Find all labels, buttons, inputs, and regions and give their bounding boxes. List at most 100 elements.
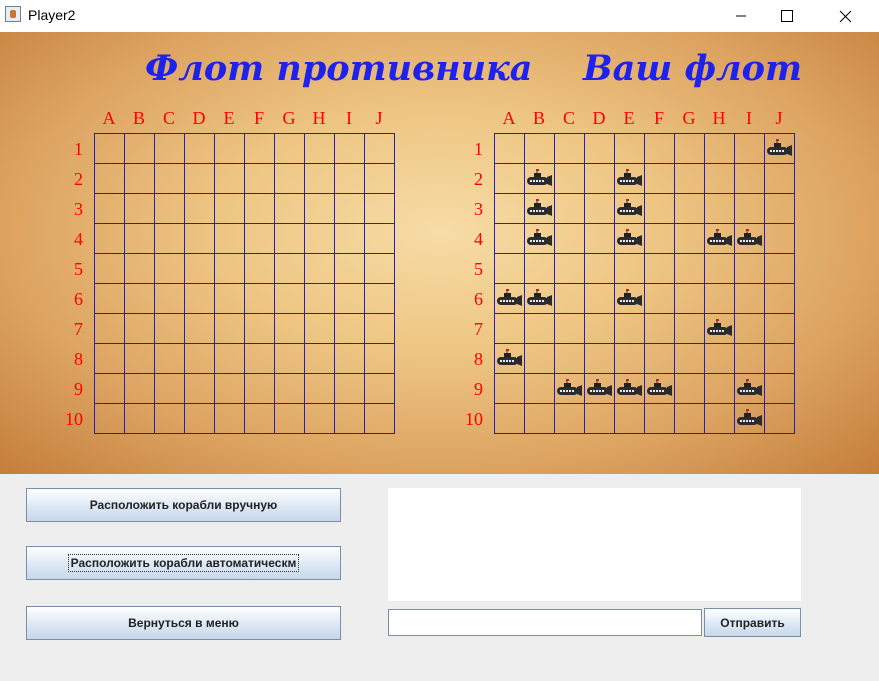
enemy-cell-J9[interactable] [364,373,395,404]
own-cell-H2[interactable] [704,163,735,194]
enemy-cell-B6[interactable] [124,283,155,314]
own-cell-C3[interactable] [554,193,585,224]
enemy-cell-B7[interactable] [124,313,155,344]
message-input[interactable] [388,609,702,636]
enemy-cell-F3[interactable] [244,193,275,224]
enemy-cell-D7[interactable] [184,313,215,344]
enemy-cell-E8[interactable] [214,343,245,374]
own-cell-D7[interactable] [584,313,615,344]
own-cell-D2[interactable] [584,163,615,194]
own-cell-A9[interactable] [494,373,525,404]
enemy-cell-J5[interactable] [364,253,395,284]
enemy-cell-I6[interactable] [334,283,365,314]
own-cell-G3[interactable] [674,193,705,224]
enemy-cell-B9[interactable] [124,373,155,404]
enemy-cell-C5[interactable] [154,253,185,284]
own-cell-I7[interactable] [734,313,765,344]
enemy-cell-G8[interactable] [274,343,305,374]
own-cell-A1[interactable] [494,133,525,164]
enemy-cell-I9[interactable] [334,373,365,404]
enemy-cell-D2[interactable] [184,163,215,194]
enemy-cell-B1[interactable] [124,133,155,164]
own-cell-A10[interactable] [494,403,525,434]
enemy-cell-I1[interactable] [334,133,365,164]
enemy-cell-F2[interactable] [244,163,275,194]
enemy-cell-F6[interactable] [244,283,275,314]
enemy-cell-C10[interactable] [154,403,185,434]
enemy-cell-A1[interactable] [94,133,125,164]
own-cell-J7[interactable] [764,313,795,344]
enemy-cell-H1[interactable] [304,133,335,164]
own-cell-E5[interactable] [614,253,645,284]
enemy-cell-E5[interactable] [214,253,245,284]
place-ships-manual-button[interactable]: Расположить корабли вручную [26,488,341,522]
own-cell-I6[interactable] [734,283,765,314]
enemy-cell-H6[interactable] [304,283,335,314]
own-cell-G4[interactable] [674,223,705,254]
enemy-cell-D5[interactable] [184,253,215,284]
enemy-cell-F1[interactable] [244,133,275,164]
own-cell-F10[interactable] [644,403,675,434]
own-cell-E7[interactable] [614,313,645,344]
own-cell-G8[interactable] [674,343,705,374]
enemy-cell-F4[interactable] [244,223,275,254]
enemy-cell-I3[interactable] [334,193,365,224]
own-cell-G1[interactable] [674,133,705,164]
enemy-cell-E7[interactable] [214,313,245,344]
own-cell-A3[interactable] [494,193,525,224]
enemy-cell-B2[interactable] [124,163,155,194]
enemy-cell-H8[interactable] [304,343,335,374]
own-cell-E8[interactable] [614,343,645,374]
own-cell-B10[interactable] [524,403,555,434]
own-cell-F3[interactable] [644,193,675,224]
enemy-cell-D8[interactable] [184,343,215,374]
enemy-cell-A6[interactable] [94,283,125,314]
enemy-cell-F7[interactable] [244,313,275,344]
own-cell-J10[interactable] [764,403,795,434]
enemy-cell-A3[interactable] [94,193,125,224]
own-cell-C1[interactable] [554,133,585,164]
own-cell-G6[interactable] [674,283,705,314]
send-button[interactable]: Отправить [704,608,801,637]
enemy-cell-C8[interactable] [154,343,185,374]
enemy-cell-B10[interactable] [124,403,155,434]
minimize-button[interactable] [718,0,764,32]
enemy-cell-C2[interactable] [154,163,185,194]
enemy-cell-J7[interactable] [364,313,395,344]
enemy-cell-E3[interactable] [214,193,245,224]
enemy-cell-G5[interactable] [274,253,305,284]
own-cell-E10[interactable] [614,403,645,434]
own-cell-J5[interactable] [764,253,795,284]
enemy-cell-J4[interactable] [364,223,395,254]
enemy-cell-B8[interactable] [124,343,155,374]
close-button[interactable] [822,0,868,32]
place-ships-auto-button[interactable]: Расположить корабли автоматическм [26,546,341,580]
enemy-cell-C4[interactable] [154,223,185,254]
own-cell-F4[interactable] [644,223,675,254]
own-cell-J2[interactable] [764,163,795,194]
own-cell-B7[interactable] [524,313,555,344]
own-cell-I2[interactable] [734,163,765,194]
own-cell-J8[interactable] [764,343,795,374]
own-cell-C5[interactable] [554,253,585,284]
own-cell-A4[interactable] [494,223,525,254]
enemy-cell-G10[interactable] [274,403,305,434]
own-cell-D6[interactable] [584,283,615,314]
enemy-cell-H4[interactable] [304,223,335,254]
own-cell-G2[interactable] [674,163,705,194]
own-cell-D1[interactable] [584,133,615,164]
enemy-cell-D10[interactable] [184,403,215,434]
enemy-cell-J2[interactable] [364,163,395,194]
own-cell-G7[interactable] [674,313,705,344]
enemy-cell-J3[interactable] [364,193,395,224]
own-cell-H1[interactable] [704,133,735,164]
enemy-cell-J6[interactable] [364,283,395,314]
own-cell-F6[interactable] [644,283,675,314]
enemy-cell-A8[interactable] [94,343,125,374]
enemy-cell-C3[interactable] [154,193,185,224]
enemy-cell-D9[interactable] [184,373,215,404]
own-cell-I1[interactable] [734,133,765,164]
own-cell-H10[interactable] [704,403,735,434]
own-cell-H5[interactable] [704,253,735,284]
enemy-cell-G2[interactable] [274,163,305,194]
